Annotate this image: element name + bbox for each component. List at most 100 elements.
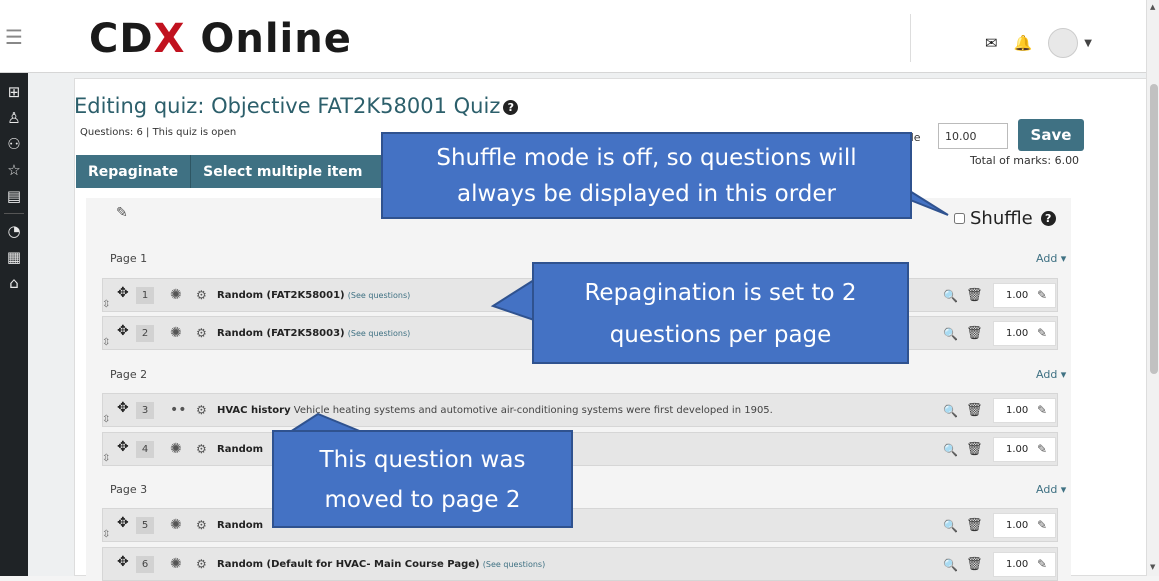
preview-icon[interactable]: 🔍 xyxy=(943,558,958,572)
delete-icon[interactable]: 🗑 xyxy=(966,403,983,418)
dashboard-icon[interactable]: ⊞ xyxy=(0,79,28,105)
delete-icon[interactable]: 🗑 xyxy=(966,326,983,341)
question-name[interactable]: HVAC history Vehicle heating systems and… xyxy=(217,405,773,416)
save-button[interactable]: Save xyxy=(1018,119,1084,151)
help-icon[interactable]: ? xyxy=(503,99,519,115)
header-icons: ✉ 🔔 ▼ xyxy=(985,28,1092,58)
gear-icon[interactable]: ⚙ xyxy=(196,403,207,417)
delete-icon[interactable]: 🗑 xyxy=(966,557,983,572)
people-icon[interactable]: ♙ xyxy=(0,105,28,131)
page-2-add-link[interactable]: Add ▾ xyxy=(1036,368,1066,381)
page-break-icon[interactable]: ⇳ xyxy=(102,529,110,540)
gear-icon[interactable]: ⚙ xyxy=(196,288,207,302)
scrollbar-thumb[interactable] xyxy=(1150,84,1158,374)
repaginate-callout-line2: questions per page xyxy=(609,322,832,348)
mark-field[interactable]: 1.00 ✎ xyxy=(993,437,1056,462)
see-questions-link[interactable]: (See questions) xyxy=(348,329,410,338)
mark-field[interactable]: 1.00 ✎ xyxy=(993,552,1056,577)
page-break-icon[interactable]: ⇳ xyxy=(102,414,110,425)
delete-icon[interactable]: 🗑 xyxy=(966,442,983,457)
true-false-icon: •• xyxy=(170,402,187,418)
star-icon[interactable]: ☆ xyxy=(0,157,28,183)
move-icon[interactable]: ✥ xyxy=(117,439,129,455)
question-number: 2 xyxy=(136,325,154,342)
page-2-label: Page 2 xyxy=(110,368,148,381)
edit-mark-pencil-icon[interactable]: ✎ xyxy=(1037,518,1047,532)
shuffle-control: Shuffle ? xyxy=(954,208,1056,229)
move-icon[interactable]: ✥ xyxy=(117,515,129,531)
moved-callout: This question was moved to page 2 xyxy=(272,430,573,528)
edit-heading-pencil-icon[interactable]: ✎ xyxy=(116,205,128,221)
question-number: 6 xyxy=(136,556,154,573)
gear-icon[interactable]: ⚙ xyxy=(196,442,207,456)
max-grade-input[interactable] xyxy=(938,123,1008,149)
scroll-down-icon[interactable]: ▼ xyxy=(1150,563,1155,571)
gear-icon[interactable]: ⚙ xyxy=(196,326,207,340)
question-row-5[interactable]: ✥ ⇳ 5 ✺ ⚙ Random 🔍 🗑 1.00 ✎ xyxy=(102,508,1058,542)
page-break-icon[interactable]: ⇳ xyxy=(102,453,110,464)
preview-icon[interactable]: 🔍 xyxy=(943,327,958,341)
graduation-cap-icon[interactable]: ⌂ xyxy=(0,270,28,296)
repaginate-button[interactable]: Repaginate xyxy=(76,155,190,188)
question-name[interactable]: Random (FAT2K58001) (See questions) xyxy=(217,290,410,301)
mark-field[interactable]: 1.00 ✎ xyxy=(993,513,1056,538)
see-questions-link[interactable]: (See questions) xyxy=(348,291,410,300)
preview-icon[interactable]: 🔍 xyxy=(943,443,958,457)
move-icon[interactable]: ✥ xyxy=(117,285,129,301)
moved-callout-line2: moved to page 2 xyxy=(324,487,521,513)
bell-icon[interactable]: 🔔 xyxy=(1014,34,1033,52)
edit-mark-pencil-icon[interactable]: ✎ xyxy=(1037,442,1047,456)
question-name[interactable]: Random xyxy=(217,520,263,531)
edit-toolbar: Repaginate Select multiple item xyxy=(76,155,386,188)
site-logo[interactable]: CDX Online xyxy=(89,14,352,64)
book-icon[interactable]: ▤ xyxy=(0,183,28,209)
move-icon[interactable]: ✥ xyxy=(117,400,129,416)
calendar-icon[interactable]: ▦ xyxy=(0,244,28,270)
logo-x: X xyxy=(153,16,186,62)
shuffle-help-icon[interactable]: ? xyxy=(1040,211,1056,226)
shuffle-checkbox[interactable] xyxy=(954,213,965,224)
shuffle-label: Shuffle xyxy=(970,208,1033,229)
see-questions-link[interactable]: (See questions) xyxy=(483,560,545,569)
shuffle-callout-line2: always be displayed in this order xyxy=(457,181,836,207)
question-row-4[interactable]: ✥ ⇳ 4 ✺ ⚙ Random 🔍 🗑 1.00 ✎ xyxy=(102,432,1058,466)
gauge-icon[interactable]: ◔ xyxy=(0,218,28,244)
page-3-add-link[interactable]: Add ▾ xyxy=(1036,483,1066,496)
caret-down-icon[interactable]: ▼ xyxy=(1084,38,1092,49)
select-multiple-button[interactable]: Select multiple item xyxy=(191,155,374,188)
badge-icon[interactable]: ⚇ xyxy=(0,131,28,157)
logo-text-part2: Online xyxy=(200,16,352,62)
delete-icon[interactable]: 🗑 xyxy=(966,288,983,303)
hamburger-icon[interactable]: ☰ xyxy=(0,0,28,73)
edit-mark-pencil-icon[interactable]: ✎ xyxy=(1037,557,1047,571)
question-name[interactable]: Random xyxy=(217,444,263,455)
page-title: Editing quiz: Objective FAT2K58001 Quiz? xyxy=(74,94,519,118)
edit-mark-pencil-icon[interactable]: ✎ xyxy=(1037,326,1047,340)
edit-mark-pencil-icon[interactable]: ✎ xyxy=(1037,288,1047,302)
move-icon[interactable]: ✥ xyxy=(117,554,129,570)
mark-field[interactable]: 1.00 ✎ xyxy=(993,398,1056,423)
shuffle-callout-line1: Shuffle mode is off, so questions will xyxy=(436,145,857,171)
delete-icon[interactable]: 🗑 xyxy=(966,518,983,533)
page-break-icon[interactable]: ⇳ xyxy=(102,299,110,310)
page-break-icon[interactable]: ⇳ xyxy=(102,337,110,348)
user-avatar[interactable] xyxy=(1048,28,1079,58)
question-name[interactable]: Random (Default for HVAC- Main Course Pa… xyxy=(217,559,545,570)
question-name[interactable]: Random (FAT2K58003) (See questions) xyxy=(217,328,410,339)
preview-icon[interactable]: 🔍 xyxy=(943,519,958,533)
page-1-add-link[interactable]: Add ▾ xyxy=(1036,252,1066,265)
left-sidebar: ⊞ ♙ ⚇ ☆ ▤ ◔ ▦ ⌂ xyxy=(0,73,28,576)
mark-field[interactable]: 1.00 ✎ xyxy=(993,283,1056,308)
envelope-icon[interactable]: ✉ xyxy=(985,34,998,52)
question-row-3[interactable]: ✥ ⇳ 3 •• ⚙ HVAC history Vehicle heating … xyxy=(102,393,1058,427)
page-scrollbar[interactable]: ▲ ▼ xyxy=(1146,0,1159,576)
gear-icon[interactable]: ⚙ xyxy=(196,518,207,532)
scroll-up-icon[interactable]: ▲ xyxy=(1150,3,1155,11)
move-icon[interactable]: ✥ xyxy=(117,323,129,339)
preview-icon[interactable]: 🔍 xyxy=(943,404,958,418)
preview-icon[interactable]: 🔍 xyxy=(943,289,958,303)
question-description: Vehicle heating systems and automotive a… xyxy=(293,405,773,416)
mark-field[interactable]: 1.00 ✎ xyxy=(993,321,1056,346)
gear-icon[interactable]: ⚙ xyxy=(196,557,207,571)
edit-mark-pencil-icon[interactable]: ✎ xyxy=(1037,403,1047,417)
